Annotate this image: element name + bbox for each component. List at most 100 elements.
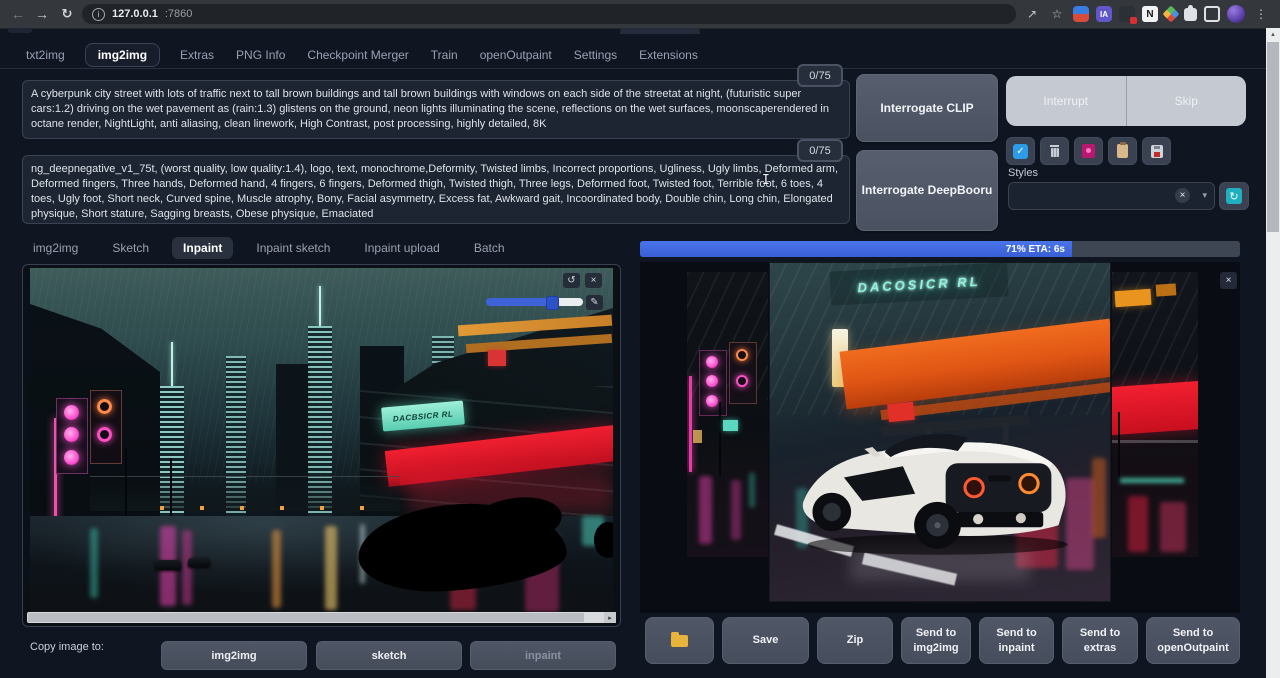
- tab-png-info[interactable]: PNG Info: [234, 44, 287, 66]
- copy-to-img2img-button[interactable]: img2img: [161, 641, 307, 670]
- neon-circle: [706, 395, 718, 407]
- neon-circle: [64, 427, 79, 442]
- canvas-undo-icon[interactable]: ↺: [563, 273, 580, 288]
- send-to-extras-button[interactable]: Send to extras: [1062, 617, 1138, 664]
- send-to-inpaint-button[interactable]: Send to inpaint: [979, 617, 1054, 664]
- brush-size-slider[interactable]: [486, 298, 583, 306]
- canvas-clear-icon[interactable]: ×: [585, 273, 602, 288]
- zip-button[interactable]: Zip: [817, 617, 893, 664]
- progress-fill: 71% ETA: 6s: [640, 241, 1072, 257]
- scrollbar-thumb[interactable]: [1267, 42, 1279, 232]
- styles-dropdown[interactable]: × ▾: [1008, 182, 1215, 210]
- copy-to-sketch-button[interactable]: sketch: [316, 641, 462, 670]
- extension-ia-icon[interactable]: IA: [1096, 6, 1112, 22]
- copy-to-inpaint-button: inpaint: [470, 641, 616, 670]
- site-info-icon[interactable]: i: [92, 8, 105, 21]
- prompt-tool-row: ✓: [1006, 137, 1171, 165]
- scrolled-element-fragment: [8, 28, 32, 33]
- neon-reflection: [699, 476, 712, 544]
- browser-menu-icon[interactable]: ⋮: [1252, 5, 1270, 23]
- gallery-previous-image[interactable]: [687, 272, 768, 557]
- trash-icon: [1049, 145, 1060, 158]
- scrolled-element-fragment: [620, 28, 700, 34]
- url-port: :7860: [165, 8, 193, 20]
- warm-window: [693, 430, 702, 443]
- scrollbar-thumb[interactable]: [28, 613, 584, 622]
- tab-txt2img[interactable]: txt2img: [24, 44, 67, 66]
- tab-mode-img2img[interactable]: img2img: [22, 237, 89, 259]
- tab-mode-inpaint[interactable]: Inpaint: [172, 237, 233, 259]
- tab-openoutpaint[interactable]: openOutpaint: [478, 44, 554, 66]
- progress-bar: 71% ETA: 6s: [640, 241, 1240, 257]
- extension-diamond-icon[interactable]: [1163, 6, 1180, 23]
- red-banner: [1112, 381, 1198, 436]
- pink-neon-sign: [90, 390, 122, 464]
- sidebar-toggle-icon[interactable]: [1204, 6, 1220, 22]
- page-scrollbar[interactable]: ▲: [1266, 28, 1280, 678]
- gallery-close-icon[interactable]: ×: [1220, 272, 1237, 289]
- canvas-horizontal-scrollbar[interactable]: ▸: [27, 612, 616, 623]
- tab-train[interactable]: Train: [429, 44, 460, 66]
- send-to-openoutpaint-button[interactable]: Send to openOutpaint: [1146, 617, 1240, 664]
- scroll-right-icon[interactable]: ▸: [604, 612, 616, 623]
- chevron-down-icon[interactable]: ▾: [1202, 190, 1207, 201]
- extension-icon[interactable]: [1073, 6, 1089, 22]
- reload-icon[interactable]: ↻: [57, 4, 77, 24]
- neon-reflection: [1128, 496, 1148, 552]
- tabbar-divider: [0, 68, 1280, 69]
- neon-ring: [97, 427, 112, 442]
- white-car-graphic: [785, 403, 1090, 558]
- styles-clear-icon[interactable]: ×: [1175, 188, 1190, 203]
- url-host: 127.0.0.1: [112, 8, 158, 20]
- forward-icon[interactable]: →: [32, 4, 52, 24]
- tab-extras[interactable]: Extras: [178, 44, 216, 66]
- refresh-styles-button[interactable]: ↻: [1219, 182, 1249, 210]
- scroll-up-icon[interactable]: ▲: [1266, 28, 1280, 42]
- extension-n-icon[interactable]: N: [1142, 6, 1158, 22]
- main-tabbar: txt2img img2img Extras PNG Info Checkpoi…: [24, 42, 700, 68]
- tab-checkpoint-merger[interactable]: Checkpoint Merger: [305, 44, 410, 66]
- extensions-puzzle-icon[interactable]: [1184, 8, 1197, 21]
- extra-networks-button[interactable]: [1074, 137, 1103, 165]
- interrupt-button[interactable]: Interrupt: [1006, 76, 1126, 126]
- bookmark-star-icon[interactable]: ☆: [1048, 5, 1066, 23]
- tab-settings[interactable]: Settings: [572, 44, 619, 66]
- skip-button[interactable]: Skip: [1126, 76, 1247, 126]
- paste-params-button[interactable]: ✓: [1006, 137, 1035, 165]
- gallery-next-image[interactable]: [1112, 272, 1198, 557]
- save-button[interactable]: Save: [722, 617, 809, 664]
- teal-glow: [1120, 478, 1184, 483]
- pink-neon-sign: [699, 350, 727, 416]
- address-bar[interactable]: i 127.0.0.1 :7860: [82, 4, 1016, 24]
- negative-prompt-input[interactable]: ng_deepnegative_v1_75t, (worst quality, …: [22, 155, 850, 224]
- send-to-img2img-button[interactable]: Send to img2img: [901, 617, 971, 664]
- prompt-input[interactable]: A cyberpunk city street with lots of tra…: [22, 80, 850, 139]
- save-style-button[interactable]: [1142, 137, 1171, 165]
- tab-mode-inpaint-sketch[interactable]: Inpaint sketch: [245, 237, 341, 259]
- inpaint-canvas-image[interactable]: DACBSICR RL: [30, 268, 613, 613]
- tower-antenna: [319, 286, 321, 326]
- generation-controls: Interrupt Skip: [1006, 76, 1246, 126]
- tab-mode-inpaint-upload[interactable]: Inpaint upload: [353, 237, 450, 259]
- profile-avatar[interactable]: [1227, 5, 1245, 23]
- share-icon[interactable]: ↗: [1023, 5, 1041, 23]
- red-sign: [488, 350, 506, 366]
- prompt-token-counter: 0/75: [797, 64, 843, 87]
- interrogate-clip-button[interactable]: Interrogate CLIP: [856, 74, 998, 142]
- tab-mode-batch[interactable]: Batch: [463, 237, 516, 259]
- apply-styles-button[interactable]: [1108, 137, 1137, 165]
- brush-icon[interactable]: ✎: [586, 295, 603, 310]
- brush-size-slider-thumb[interactable]: [546, 296, 559, 310]
- clear-prompt-button[interactable]: [1040, 137, 1069, 165]
- neon-reflection: [749, 472, 755, 508]
- back-icon[interactable]: ←: [8, 4, 28, 24]
- distant-car: [155, 560, 181, 570]
- extension-badge-icon[interactable]: [1119, 6, 1135, 22]
- neon-reflection: [90, 528, 98, 598]
- interrogate-deepbooru-button[interactable]: Interrogate DeepBooru: [856, 150, 998, 231]
- output-main-image[interactable]: DACOSICR RL: [770, 263, 1110, 601]
- tab-extensions[interactable]: Extensions: [637, 44, 700, 66]
- open-output-folder-button[interactable]: [645, 617, 714, 664]
- tab-img2img[interactable]: img2img: [85, 43, 160, 67]
- tab-mode-sketch[interactable]: Sketch: [101, 237, 160, 259]
